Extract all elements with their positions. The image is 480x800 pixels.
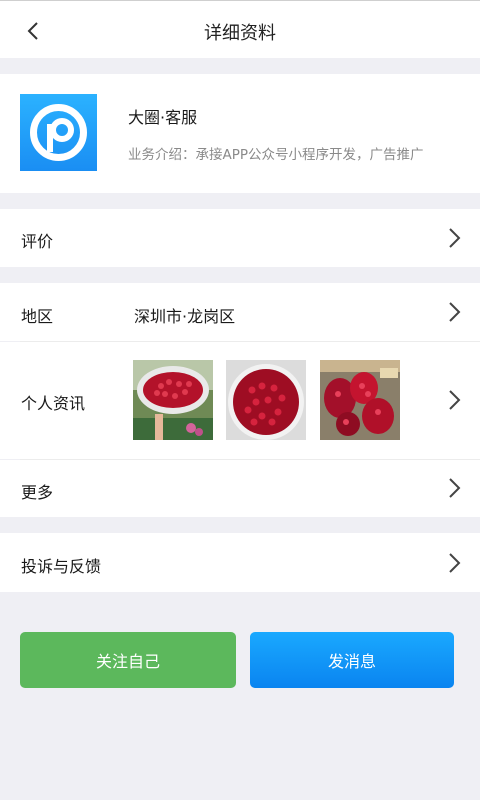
chevron-right-icon: [449, 228, 461, 248]
review-label: 评价: [21, 232, 54, 251]
complaint-row[interactable]: 投诉与反馈: [0, 533, 480, 592]
region-value: 深圳市·龙岗区: [134, 307, 236, 326]
chevron-right-icon: [449, 390, 461, 410]
news-thumbnail-1[interactable]: [133, 360, 213, 440]
complaint-label: 投诉与反馈: [21, 557, 102, 576]
personal-news-label: 个人资讯: [21, 394, 86, 413]
more-row[interactable]: 更多: [0, 460, 480, 517]
pomegranate-photo-icon: [133, 360, 213, 440]
chevron-right-icon: [449, 553, 461, 573]
region-label: 地区: [21, 307, 54, 326]
page-title: 详细资料: [204, 23, 276, 44]
follow-button[interactable]: 关注自己: [20, 632, 236, 688]
profile-name: 大圈·客服: [128, 108, 198, 127]
pomegranate-photo-icon: [226, 360, 306, 440]
region-row[interactable]: 地区 深圳市·龙岗区: [0, 283, 480, 341]
news-thumbnail-3[interactable]: [320, 360, 400, 440]
chevron-right-icon: [449, 302, 461, 322]
more-label: 更多: [21, 483, 54, 502]
pomegranate-photo-icon: [320, 360, 400, 440]
profile-description: 业务介绍：承接APP公众号小程序开发，广告推广: [128, 147, 424, 163]
review-row[interactable]: 评价: [0, 209, 480, 267]
logo-mark-icon: [30, 104, 87, 161]
send-message-button[interactable]: 发消息: [250, 632, 454, 688]
app-logo: [20, 94, 97, 171]
top-bar: 详细资料: [0, 0, 480, 58]
news-thumbnail-2[interactable]: [226, 360, 306, 440]
chevron-right-icon: [449, 478, 461, 498]
